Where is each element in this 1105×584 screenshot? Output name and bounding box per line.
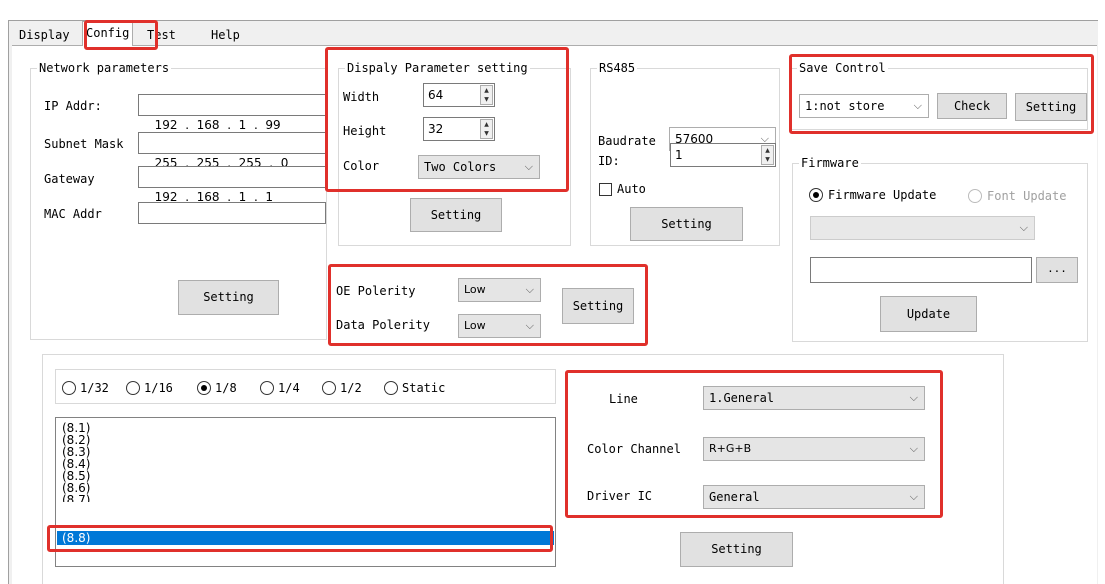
scan-radio-1-4[interactable]: [260, 381, 274, 395]
chevron-down-icon: ⌵: [913, 99, 922, 112]
list-item[interactable]: (8.6): [62, 482, 90, 494]
display-setting-button[interactable]: Setting: [410, 198, 502, 232]
save-control-select[interactable]: 1:not store ⌵: [799, 94, 929, 118]
driver-ic-label: Driver IC: [587, 489, 653, 503]
firmware-path-field[interactable]: [810, 257, 1032, 283]
scan-list[interactable]: (8.1) (8.2) (8.3) (8.4) (8.5) (8.6) (8.7…: [55, 417, 556, 567]
gateway-field[interactable]: 192 . 168 . 1 . 1: [138, 166, 326, 204]
height-label: Height: [343, 124, 387, 138]
scan-label-1-32: 1/32: [80, 381, 109, 395]
check-button[interactable]: Check: [937, 93, 1007, 119]
scan-label-static: Static: [402, 381, 446, 395]
tab-help[interactable]: Help: [208, 24, 243, 46]
driver-setting-button[interactable]: Setting: [680, 532, 793, 567]
firmware-update-label: Firmware Update: [828, 188, 937, 202]
chevron-down-icon: ⌵: [525, 319, 534, 332]
data-polarity-label: Data Polerity: [336, 318, 430, 332]
scan-label-1-8: 1/8: [215, 381, 237, 395]
save-control-title: Save Control: [797, 61, 888, 75]
mac-label: MAC Addr: [44, 207, 102, 221]
display-param-title: Dispaly Parameter setting: [345, 61, 530, 75]
rs485-setting-button[interactable]: Setting: [630, 207, 743, 241]
width-label: Width: [343, 90, 380, 104]
font-update-radio[interactable]: [968, 189, 982, 203]
oe-polarity-select[interactable]: Low ⌵: [458, 278, 541, 302]
browse-button[interactable]: ...: [1036, 257, 1078, 283]
gateway-label: Gateway: [44, 172, 95, 186]
tab-config[interactable]: Config: [82, 21, 134, 46]
subnet-mask-field[interactable]: 255 . 255 . 255 . 0: [138, 132, 326, 170]
chevron-down-icon: ⌵: [1019, 221, 1028, 234]
height-spinner[interactable]: 32 ▲ ▼: [423, 117, 495, 141]
ip-field[interactable]: 192 . 168 . 1 . 99: [138, 94, 326, 132]
scan-radio-static[interactable]: [384, 381, 398, 395]
auto-checkbox[interactable]: [599, 183, 612, 196]
firmware-update-radio[interactable]: [809, 188, 823, 202]
list-item[interactable]: (8.7): [62, 494, 90, 502]
polarity-setting-button[interactable]: Setting: [562, 288, 634, 324]
scan-radio-1-16[interactable]: [126, 381, 140, 395]
tab-test[interactable]: Test: [144, 24, 179, 46]
ip-label: IP Addr:: [44, 99, 102, 113]
auto-label: Auto: [617, 182, 646, 196]
chevron-down-icon: ⌵: [525, 283, 534, 296]
width-spinner[interactable]: 64 ▲ ▼: [423, 83, 495, 107]
save-setting-button[interactable]: Setting: [1015, 93, 1087, 121]
selected-list-row[interactable]: (8.8): [57, 531, 554, 545]
scan-radio-1-2[interactable]: [322, 381, 336, 395]
list-item-selected[interactable]: (8.8): [62, 532, 90, 544]
baudrate-label: Baudrate: [598, 134, 656, 148]
network-title: Network parameters: [37, 61, 172, 75]
color-channel-select[interactable]: R+G+B ⌵: [703, 437, 925, 461]
data-polarity-select[interactable]: Low ⌵: [458, 314, 541, 338]
chevron-down-icon: ⌵: [909, 391, 918, 404]
id-label: ID:: [598, 154, 620, 168]
firmware-title: Firmware: [799, 156, 861, 170]
chevron-down-icon: ⌵: [524, 160, 533, 173]
spin-arrows-icon[interactable]: ▲ ▼: [761, 145, 774, 165]
font-update-label: Font Update: [987, 189, 1067, 203]
network-setting-button[interactable]: Setting: [178, 280, 279, 315]
color-select[interactable]: Two Colors ⌵: [418, 155, 540, 179]
color-channel-label: Color Channel: [587, 442, 681, 456]
line-label: Line: [609, 392, 638, 406]
mask-label: Subnet Mask: [44, 137, 124, 151]
chevron-down-icon: ⌵: [909, 490, 918, 503]
mac-field[interactable]: [138, 202, 326, 224]
line-select[interactable]: 1.General ⌵: [703, 386, 925, 410]
spin-arrows-icon[interactable]: ▲ ▼: [480, 85, 493, 105]
firmware-file-select[interactable]: ⌵: [810, 216, 1035, 240]
update-button[interactable]: Update: [880, 296, 977, 332]
scan-label-1-2: 1/2: [340, 381, 362, 395]
rs485-title: RS485: [597, 61, 638, 75]
color-label: Color: [343, 159, 380, 173]
scan-label-1-16: 1/16: [144, 381, 173, 395]
scan-radio-1-32[interactable]: [62, 381, 76, 395]
chevron-down-icon: ⌵: [909, 442, 918, 455]
tab-display[interactable]: Display: [16, 24, 73, 46]
scan-radio-1-8[interactable]: [197, 381, 211, 395]
oe-polarity-label: OE Polerity: [336, 284, 416, 298]
scan-label-1-4: 1/4: [278, 381, 300, 395]
driver-ic-select[interactable]: General ⌵: [703, 485, 925, 509]
id-spinner[interactable]: 1 ▲ ▼: [670, 143, 776, 167]
spin-arrows-icon[interactable]: ▲ ▼: [480, 119, 493, 139]
